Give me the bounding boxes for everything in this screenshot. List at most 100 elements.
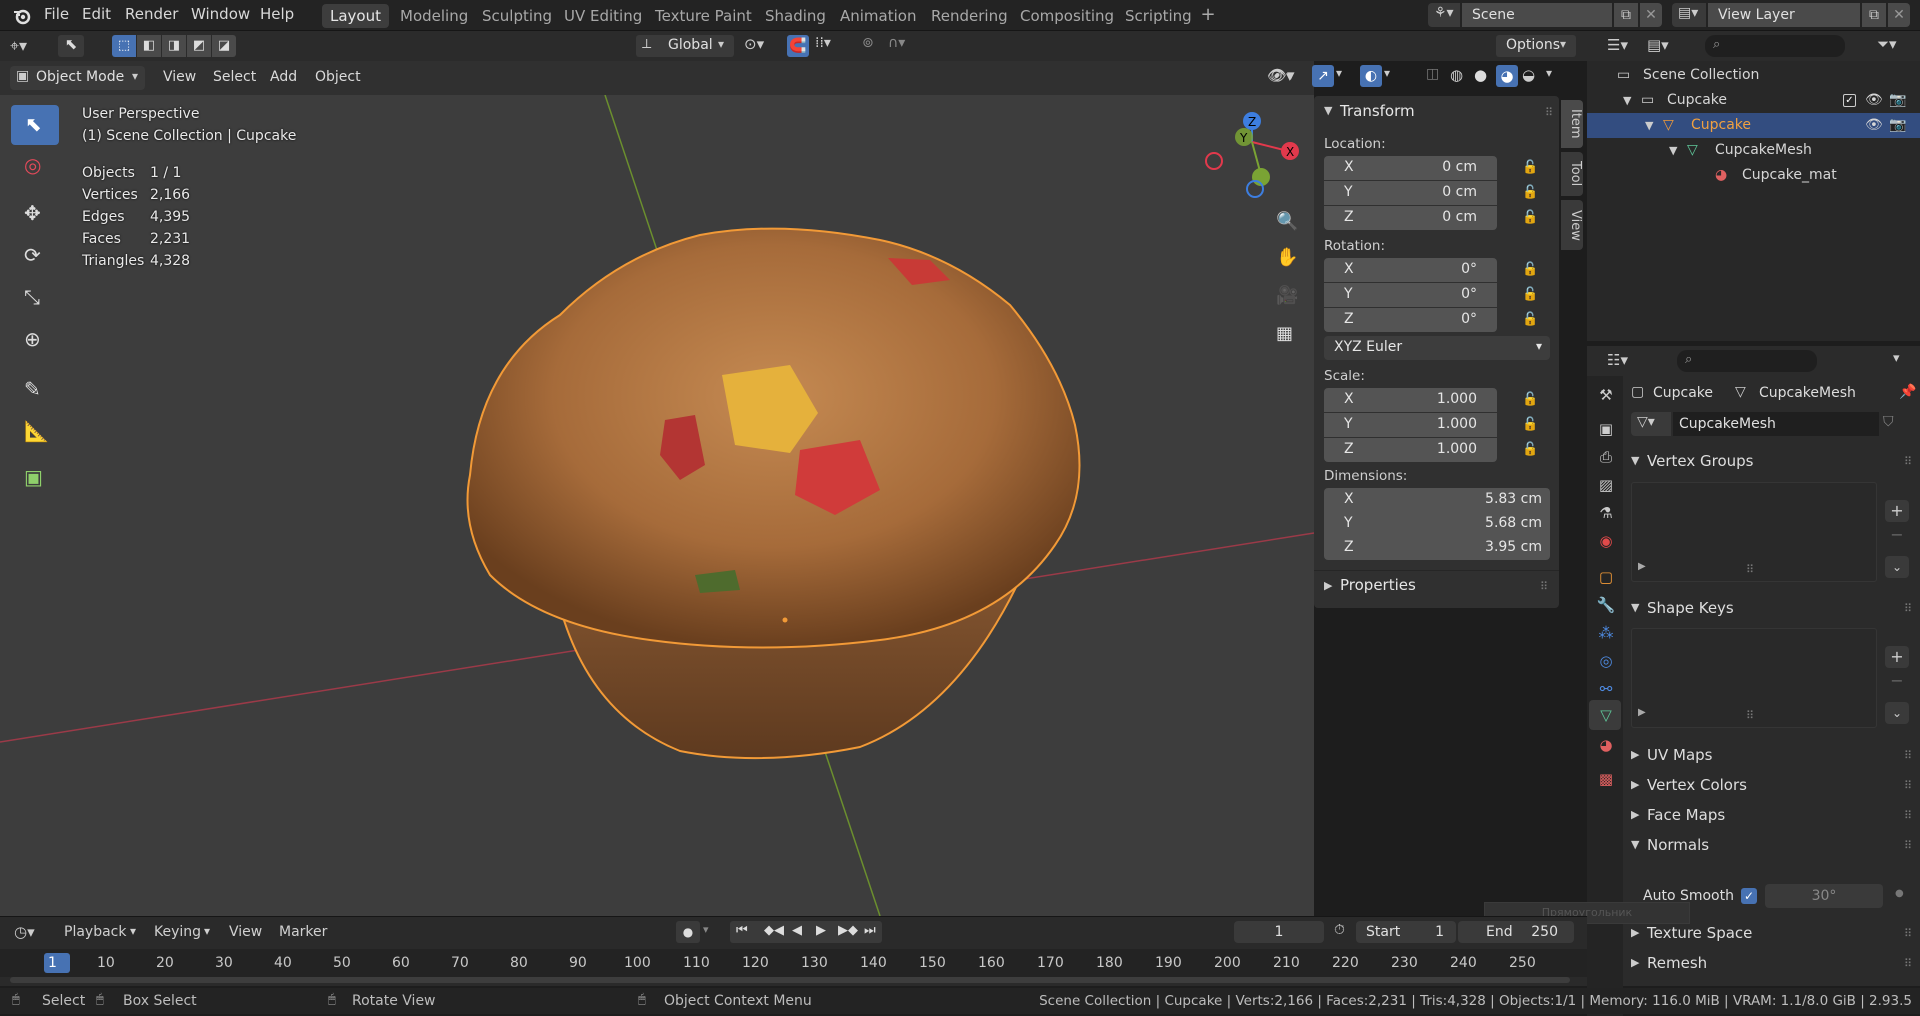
chevron-down-icon[interactable]: ⌄	[1885, 702, 1909, 724]
object-visibility-icon[interactable]: 👁▾	[1268, 66, 1295, 84]
wireframe-shading-icon[interactable]: ◍	[1450, 66, 1463, 84]
copy-scene-icon[interactable]: ⧉	[1614, 3, 1638, 27]
eye-icon[interactable]: 👁	[1865, 113, 1883, 138]
dimension-z-field[interactable]: Z 3.95 cm	[1324, 536, 1550, 560]
dimension-y-field[interactable]: Y 5.68 cm	[1324, 512, 1550, 536]
location-z-field[interactable]: Z 0 cm	[1324, 206, 1497, 230]
camera-render-icon[interactable]: 📷	[1889, 88, 1906, 113]
menu-object[interactable]: Object	[315, 69, 361, 85]
record-icon[interactable]: ●	[676, 921, 700, 943]
options-dropdown[interactable]: Options ▾	[1496, 35, 1576, 57]
select-box-tool[interactable]: ⬉	[11, 105, 59, 145]
transform-panel-header[interactable]: ▼ Transform ⠿	[1324, 102, 1554, 124]
clock-editor-icon[interactable]: ◷▾	[14, 923, 35, 941]
drag-handle-icon[interactable]: ⠿	[1904, 803, 1913, 829]
tab-rendering[interactable]: Rendering	[923, 4, 1016, 28]
tab-view[interactable]: View	[1561, 200, 1583, 250]
tab-compositing[interactable]: Compositing	[1012, 4, 1122, 28]
drag-handle-icon[interactable]: ⠿	[1904, 596, 1913, 622]
transform-tool[interactable]: ⊕	[11, 321, 59, 361]
menu-add[interactable]: Add	[270, 69, 297, 85]
particles-icon[interactable]: ⁂	[1595, 622, 1617, 644]
material-preview-icon[interactable]: ◕	[1496, 65, 1518, 87]
vertex-groups-panel-header[interactable]: ▼ Vertex Groups ⠿	[1625, 448, 1917, 474]
drag-handle-icon[interactable]: ⠿	[1904, 743, 1913, 769]
rotate-tool[interactable]: ⟳	[11, 237, 59, 277]
tab-layout[interactable]: Layout	[322, 4, 389, 28]
rotation-z-field[interactable]: Z 0°	[1324, 308, 1497, 332]
rotation-y-field[interactable]: Y 0°	[1324, 283, 1497, 307]
add-shape-key-icon[interactable]: +	[1885, 646, 1909, 668]
scale-y-field[interactable]: Y 1.000	[1324, 413, 1497, 437]
lock-icon[interactable]: 🔓	[1522, 287, 1538, 302]
filter-icon[interactable]: ⏷▾	[1877, 35, 1897, 53]
playback-dropdown[interactable]: Playback ▾	[56, 922, 142, 944]
select-difference-icon[interactable]: ◩	[187, 35, 211, 57]
3d-viewport[interactable]: User Perspective (1) Scene Collection | …	[0, 95, 1314, 916]
view-layer-selector-icon[interactable]: ▤▾	[1672, 3, 1706, 27]
physics-icon[interactable]: ◎	[1595, 650, 1617, 672]
location-x-field[interactable]: X 0 cm	[1324, 156, 1497, 180]
select-subtract-icon[interactable]: ◨	[162, 35, 186, 57]
camera-render-icon[interactable]: 📷	[1889, 113, 1906, 138]
outliner-row-mesh[interactable]: ▼ ▽ CupcakeMesh	[1587, 138, 1920, 163]
chevron-down-icon[interactable]: ⌄	[1885, 556, 1909, 578]
lock-icon[interactable]: 🔓	[1522, 160, 1538, 175]
outliner-row-material[interactable]: ◕ Cupcake_mat	[1587, 163, 1920, 188]
delete-scene-icon[interactable]: ✕	[1640, 3, 1662, 27]
normals-panel-header[interactable]: ▼ Normals ⠿	[1625, 832, 1917, 858]
menu-marker[interactable]: Marker	[279, 924, 327, 940]
auto-smooth-angle-field[interactable]: 30°	[1765, 884, 1883, 908]
display-mode-icon[interactable]: ▤▾	[1647, 36, 1669, 54]
ortho-grid-icon[interactable]: ▦	[1276, 323, 1293, 344]
resize-handle-icon[interactable]: ⠿	[1746, 563, 1755, 576]
keying-dropdown[interactable]: Keying ▾	[146, 922, 216, 944]
scene-selector-icon[interactable]: ⚘▾	[1428, 3, 1460, 27]
menu-file[interactable]: File	[44, 5, 69, 23]
chevron-right-icon[interactable]: ▶	[1638, 561, 1646, 572]
play-reverse-icon[interactable]: ◀	[792, 923, 802, 938]
add-workspace-icon[interactable]: +	[1198, 4, 1218, 26]
pan-hand-icon[interactable]: ✋	[1276, 247, 1298, 268]
prev-keyframe-icon[interactable]: ◆◀	[764, 923, 784, 938]
next-keyframe-icon[interactable]: ▶◆	[838, 923, 858, 938]
chevron-down-icon[interactable]: ▾	[1336, 66, 1342, 80]
fake-user-shield-icon[interactable]: ⛉	[1883, 414, 1894, 430]
stopwatch-icon[interactable]: ⏱	[1334, 922, 1345, 938]
lock-icon[interactable]: 🔓	[1522, 185, 1538, 200]
outliner-search-input[interactable]: ⌕	[1705, 35, 1845, 57]
drag-handle-icon[interactable]: ⠿	[1545, 106, 1554, 119]
drag-handle-icon[interactable]: ⠿	[1904, 833, 1913, 859]
pivot-point-icon[interactable]: ⊙▾	[744, 35, 764, 53]
texture-checker-icon[interactable]: ▩	[1595, 768, 1617, 790]
chevron-down-icon[interactable]: ▾	[1546, 66, 1552, 80]
jump-end-icon[interactable]: ⏭	[864, 923, 876, 938]
timeline-scrollbar[interactable]	[10, 977, 1570, 983]
lock-icon[interactable]: 🔓	[1522, 392, 1538, 407]
tab-animation[interactable]: Animation	[832, 4, 924, 28]
drag-handle-icon[interactable]: ⠿	[1904, 921, 1913, 947]
tab-sculpting[interactable]: Sculpting	[474, 4, 560, 28]
scale-z-field[interactable]: Z 1.000	[1324, 438, 1497, 462]
select-extend-icon[interactable]: ◧	[137, 35, 161, 57]
copy-view-layer-icon[interactable]: ⧉	[1862, 3, 1886, 27]
shape-keys-list[interactable]: ▶ ⠿	[1631, 628, 1877, 728]
navigation-gizmo[interactable]: Z X Y	[1200, 95, 1305, 200]
tool-wrench-icon[interactable]: ⚒	[1595, 384, 1617, 406]
lock-icon[interactable]: 🔓	[1522, 417, 1538, 432]
properties-search-input[interactable]: ⌕	[1677, 350, 1817, 372]
add-vertex-group-icon[interactable]: +	[1885, 500, 1909, 522]
orientation-dropdown[interactable]: ⟂ Global ▾	[636, 35, 734, 57]
view-layer-icon[interactable]: ▨	[1595, 474, 1617, 496]
scale-tool[interactable]: ⤡	[11, 279, 59, 319]
snap-target-icon[interactable]: ⁞⁞▾	[815, 35, 831, 51]
end-frame-field[interactable]: End 250	[1458, 921, 1574, 943]
modifier-wrench-icon[interactable]: 🔧	[1595, 594, 1617, 616]
render-camera-icon[interactable]: ▣	[1595, 418, 1617, 440]
face-maps-panel-header[interactable]: ▶ Face Maps ⠿	[1625, 802, 1917, 828]
drag-handle-icon[interactable]: ⠿	[1904, 773, 1913, 799]
add-cube-tool[interactable]: ▣	[11, 459, 59, 499]
tab-shading[interactable]: Shading	[757, 4, 834, 28]
editor-type-icon[interactable]: ⌖▾	[10, 36, 27, 56]
remove-shape-key-icon[interactable]: −	[1885, 670, 1909, 692]
